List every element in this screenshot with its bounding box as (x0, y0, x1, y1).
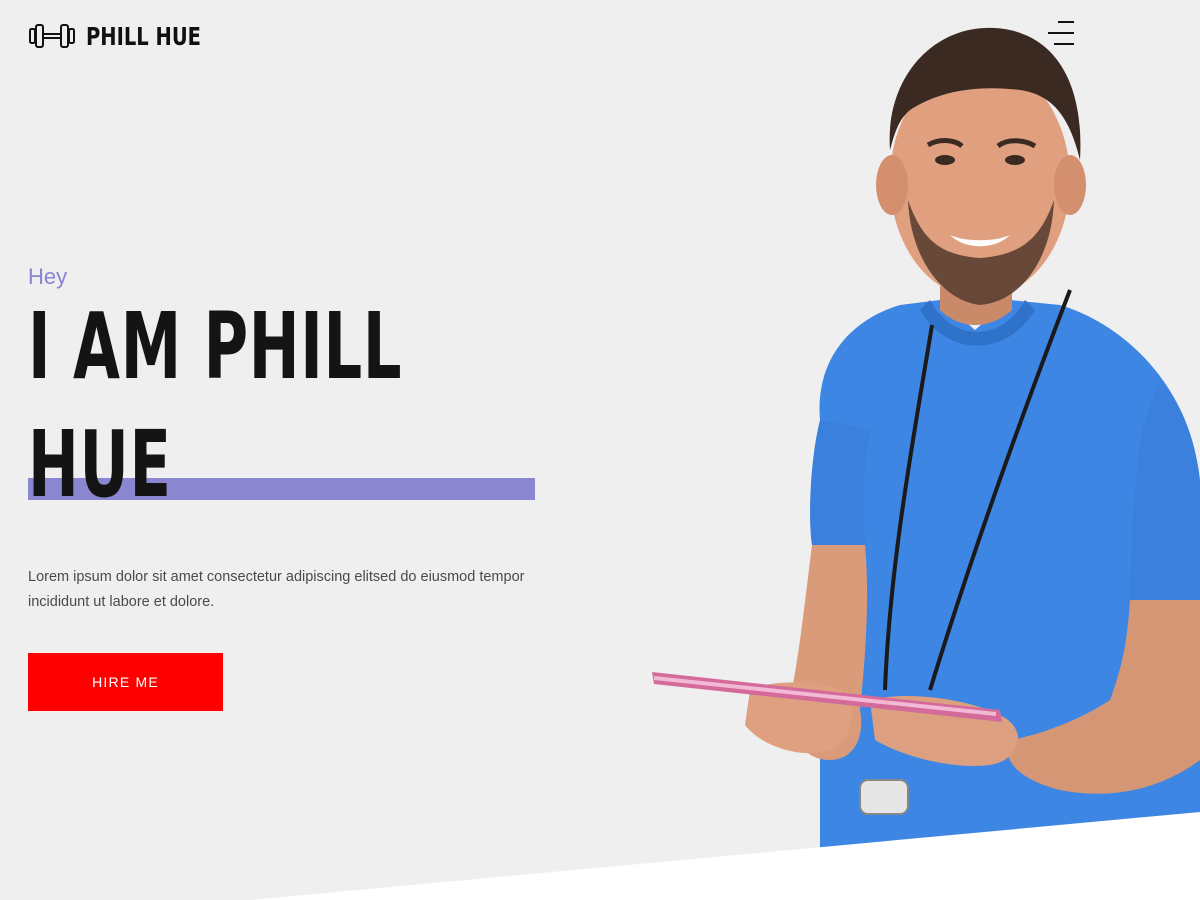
hire-me-button[interactable]: HIRE ME (28, 653, 223, 711)
brand-logo[interactable]: PHILL HUE (28, 20, 233, 52)
hero-section: PHILL HUE Hey I AM PHILL HUE Lorem ipsum… (0, 0, 1200, 900)
trainer-photo (640, 0, 1200, 900)
hamburger-menu-icon[interactable] (1040, 16, 1080, 50)
hero-greeting: Hey (28, 264, 68, 289)
hero-title: I AM PHILL HUE (28, 293, 403, 518)
brand-name: PHILL HUE (86, 21, 201, 51)
dumbbell-icon (28, 20, 76, 52)
hero-description: Lorem ipsum dolor sit amet consectetur a… (28, 568, 525, 610)
